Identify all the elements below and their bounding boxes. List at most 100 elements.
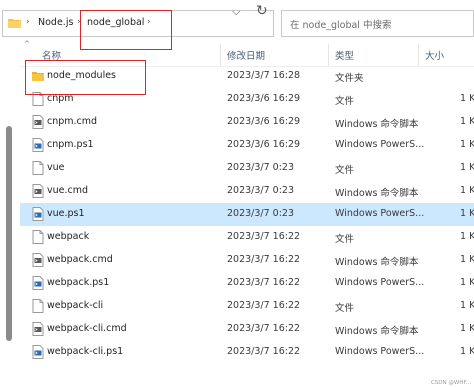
file-row[interactable]: vue.cmd 2023/3/7 0:23 Windows 命令脚本 1 KB (20, 180, 474, 203)
breadcrumb-separator: › (77, 17, 81, 27)
file-type: 文件 (335, 96, 355, 107)
file-name: webpack.ps1 (47, 277, 110, 288)
powershell-file-icon (32, 138, 44, 152)
file-row[interactable]: cnpm 2023/3/6 16:29 文件 1 KB (20, 88, 474, 111)
folder-icon (32, 69, 44, 83)
refresh-icon[interactable]: ↻ (256, 3, 268, 19)
file-size: 1 KB (460, 185, 474, 196)
file-type: Windows 命令脚本 (335, 119, 419, 130)
watermark: CSDN @WHF... (430, 380, 471, 386)
file-name: node_modules (47, 70, 117, 81)
column-divider[interactable] (418, 44, 419, 66)
column-header-size[interactable]: 大小 (425, 48, 444, 62)
file-size: 1 KB (460, 93, 474, 104)
file-row[interactable]: webpack-cli.ps1 2023/3/7 16:22 Windows Pow… (20, 341, 474, 364)
column-header-name[interactable]: 名称 (42, 48, 61, 62)
file-size: 1 KB (460, 323, 474, 334)
search-placeholder: 在 node_global 中搜索 (290, 20, 392, 31)
file-row[interactable]: node_modules 2023/3/7 16:28 文件夹 (20, 65, 474, 88)
file-name: vue.cmd (47, 185, 89, 196)
file-size: 1 KB (460, 346, 474, 357)
file-icon (32, 92, 44, 106)
file-type: 文件 (335, 165, 355, 176)
file-date: 2023/3/7 16:22 (227, 231, 301, 242)
search-input[interactable]: 在 node_global 中搜索 (281, 10, 474, 37)
file-name: cnpm.ps1 (47, 139, 94, 150)
file-name: webpack-cli.ps1 (47, 346, 124, 357)
file-icon (32, 299, 44, 313)
file-date: 2023/3/7 16:22 (227, 346, 301, 357)
file-row[interactable]: cnpm.ps1 2023/3/6 16:29 Windows PowerS... 1… (20, 134, 474, 157)
powershell-file-icon (32, 207, 44, 221)
file-size: 1 KB (460, 208, 474, 219)
file-row[interactable]: webpack.ps1 2023/3/7 16:22 Windows PowerS.… (20, 272, 474, 295)
file-list: ^ 名称 修改日期 类型 大小 node_modules 2023/3/7 16:… (20, 40, 474, 387)
address-bar-area: › Node.js › node_global › ⌵ ↻ 在 node_glo… (0, 0, 474, 50)
file-date: 2023/3/7 16:22 (227, 300, 301, 311)
file-type: 文件 (335, 234, 355, 245)
column-divider[interactable] (220, 44, 221, 66)
file-row[interactable]: cnpm.cmd 2023/3/6 16:29 Windows 命令脚本 1 KB (20, 111, 474, 134)
file-size: 1 KB (460, 254, 474, 265)
cmd-file-icon (32, 115, 44, 129)
file-icon (32, 230, 44, 244)
file-date: 2023/3/7 16:22 (227, 254, 301, 265)
file-name: webpack-cli.cmd (47, 323, 127, 334)
file-type: Windows 命令脚本 (335, 326, 419, 337)
file-date: 2023/3/7 0:23 (227, 162, 295, 173)
nav-scrollbar[interactable] (6, 126, 12, 341)
file-date: 2023/3/6 16:29 (227, 139, 301, 150)
file-type: Windows 命令脚本 (335, 257, 419, 268)
cmd-file-icon (32, 184, 44, 198)
file-name: cnpm (47, 93, 74, 104)
cmd-file-icon (32, 322, 44, 336)
file-size: 1 KB (460, 139, 474, 150)
file-date: 2023/3/6 16:29 (227, 93, 301, 104)
file-size: 1 KB (460, 231, 474, 242)
column-divider[interactable] (328, 44, 329, 66)
file-type: Windows PowerS... (335, 277, 425, 288)
file-row[interactable]: vue.ps1 2023/3/7 0:23 Windows PowerS... 1 K… (20, 203, 474, 226)
file-row[interactable]: webpack.cmd 2023/3/7 16:22 Windows 命令脚本 1 K… (20, 249, 474, 272)
file-name: vue (47, 162, 65, 173)
file-type: Windows 命令脚本 (335, 188, 419, 199)
navigation-pane[interactable] (0, 44, 20, 387)
column-header-type[interactable]: 类型 (335, 48, 354, 62)
file-icon (32, 161, 44, 175)
sort-arrow-icon: ^ (24, 40, 30, 48)
column-headers: ^ 名称 修改日期 类型 大小 (20, 40, 474, 67)
file-size: 1 KB (460, 300, 474, 311)
column-header-modified[interactable]: 修改日期 (227, 48, 265, 62)
folder-icon (8, 19, 21, 28)
file-size: 1 KB (460, 162, 474, 173)
file-name: webpack.cmd (47, 254, 113, 265)
chevron-down-icon[interactable]: ⌵ (232, 5, 240, 19)
file-date: 2023/3/7 0:23 (227, 208, 295, 219)
file-type: Windows PowerS... (335, 208, 425, 219)
file-name: webpack-cli (47, 300, 104, 311)
file-row[interactable]: webpack 2023/3/7 16:22 文件 1 KB (20, 226, 474, 249)
file-date: 2023/3/6 16:29 (227, 116, 301, 127)
powershell-file-icon (32, 276, 44, 290)
cmd-file-icon (32, 253, 44, 267)
file-type: 文件夹 (335, 73, 364, 84)
file-date: 2023/3/7 0:23 (227, 185, 295, 196)
file-row[interactable]: webpack-cli 2023/3/7 16:22 文件 1 KB (20, 295, 474, 318)
file-size: 1 KB (460, 116, 474, 127)
file-type: Windows PowerS... (335, 139, 425, 150)
file-name: cnpm.cmd (47, 116, 98, 127)
breadcrumb-separator: › (26, 17, 30, 27)
file-type: Windows PowerS... (335, 346, 425, 357)
file-date: 2023/3/7 16:28 (227, 70, 301, 81)
file-date: 2023/3/7 16:22 (227, 277, 301, 288)
breadcrumb-node-global[interactable]: node_global (87, 17, 144, 28)
file-date: 2023/3/7 16:22 (227, 323, 301, 334)
breadcrumb-separator: › (147, 17, 151, 27)
file-row[interactable]: vue 2023/3/7 0:23 文件 1 KB (20, 157, 474, 180)
breadcrumb-nodejs[interactable]: Node.js (38, 17, 73, 28)
file-name: webpack (47, 231, 90, 242)
file-name: vue.ps1 (47, 208, 85, 219)
file-row[interactable]: webpack-cli.cmd 2023/3/7 16:22 Windows 命令脚… (20, 318, 474, 341)
file-type: 文件 (335, 303, 355, 314)
powershell-file-icon (32, 345, 44, 359)
